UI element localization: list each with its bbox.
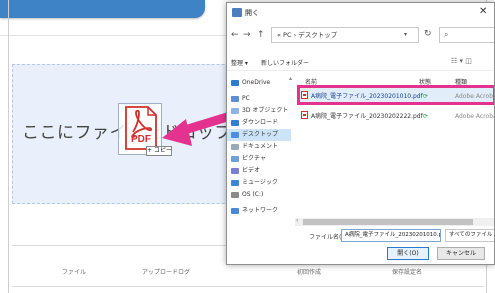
dialog-title: 開く	[245, 9, 259, 17]
nav-item-downloads[interactable]: ダウンロード	[227, 117, 291, 129]
video-icon	[231, 168, 239, 174]
file-row[interactable]: A病院_電子ファイル_20230202222.pdf ⟳ Adobe Acrob…	[295, 111, 494, 123]
chevron-up-icon[interactable]: ▴	[289, 75, 292, 82]
new-folder-button[interactable]: 新しいフォルダー	[261, 58, 309, 67]
table-divider	[12, 286, 484, 287]
nav-item-pc[interactable]: PC	[227, 93, 291, 105]
forward-arrow-icon[interactable]: →	[243, 30, 251, 40]
address-bar[interactable]: « PC › デスクトップ	[271, 27, 419, 43]
nav-item-onedrive[interactable]: OneDrive	[227, 77, 291, 89]
nav-item-label: OS (C:)	[242, 191, 264, 198]
page-header-tab	[0, 0, 205, 18]
pdf-label: PDF	[131, 134, 151, 145]
search-input[interactable]: ⌕	[439, 27, 494, 43]
document-icon	[231, 144, 239, 150]
filename-input[interactable]: A病院_電子ファイル_20230201010.pdf	[341, 229, 441, 242]
chevron-left-icon[interactable]: ‹	[296, 217, 298, 224]
file-row-selected[interactable]: A病院_電子ファイル_20230201010.pdf ⟳ Adobe Acrob…	[295, 91, 494, 103]
drive-icon	[231, 192, 239, 198]
file-name: A病院_電子ファイル_20230202222.pdf	[311, 113, 423, 120]
nav-item-label: ドキュメント	[242, 143, 279, 150]
nav-item-desktop[interactable]: デスクトップ	[227, 129, 291, 141]
file-list: 名前 状態 種類 A病院_電子ファイル_20230201010.pdf ⟳ Ad…	[295, 75, 494, 215]
dialog-app-icon	[232, 8, 242, 17]
cloud-icon	[231, 80, 239, 86]
navigation-pane: OneDrive PC 3D オブジェクト ダウンロード デスクトップ ドキュメ…	[227, 75, 291, 225]
picture-icon	[231, 156, 239, 162]
nav-item-label: OneDrive	[242, 79, 271, 86]
nav-item-label: PC	[242, 95, 250, 102]
cube-icon	[231, 108, 239, 114]
sync-status-icon: ⟳	[423, 113, 429, 120]
col-header-status[interactable]: 状態	[419, 77, 431, 86]
nav-item-label: ミュージック	[242, 179, 278, 186]
pc-icon	[231, 96, 239, 102]
file-type: Adobe Acrobat 文書	[455, 113, 494, 120]
back-arrow-icon[interactable]: ←	[231, 30, 239, 40]
nav-item-label: ダウンロード	[242, 119, 279, 126]
music-icon	[231, 180, 239, 186]
nav-item-label: デスクトップ	[242, 131, 279, 138]
pdf-icon	[301, 111, 308, 119]
chevron-down-icon[interactable]: ▾	[404, 27, 407, 43]
network-icon	[231, 208, 239, 214]
nav-item-label: ネットワーク	[242, 207, 279, 214]
nav-item-label: ビデオ	[242, 167, 261, 174]
download-icon	[231, 120, 239, 126]
sync-status-icon: ⟳	[423, 93, 429, 100]
close-icon[interactable]: ✕	[479, 6, 487, 17]
nav-item-3d-objects[interactable]: 3D オブジェクト	[227, 105, 291, 117]
file-type: Adobe Acrobat 文書	[455, 93, 494, 100]
file-name: A病院_電子ファイル_20230201010.pdf	[311, 93, 423, 100]
nav-item-music[interactable]: ミュージック	[227, 177, 291, 189]
dialog-titlebar: 開く ✕	[227, 3, 494, 23]
nav-item-label: 3D オブジェクト	[242, 107, 289, 114]
col-header-type[interactable]: 種類	[455, 77, 467, 86]
nav-item-videos[interactable]: ビデオ	[227, 165, 291, 177]
refresh-icon[interactable]: ↻	[424, 27, 432, 42]
col-header-file: ファイル	[62, 269, 87, 276]
cancel-button[interactable]: キャンセル	[437, 247, 485, 260]
col-header-name[interactable]: 名前	[305, 77, 317, 86]
desktop-icon	[231, 132, 239, 138]
col-header-upload-log: アップロードログ	[142, 269, 191, 276]
col-header-save-setting: 保存設定名	[392, 269, 423, 276]
nav-item-network[interactable]: ネットワーク	[227, 205, 291, 217]
pdf-icon	[301, 91, 308, 99]
scrollbar-thumb[interactable]	[303, 219, 473, 225]
horizontal-scrollbar[interactable]: ‹	[295, 217, 494, 226]
file-open-dialog: 開く ✕ ← → ↑ « PC › デスクトップ ▾ ↻ ⌕ 整理 ▾ 新しいフ…	[226, 2, 495, 265]
nav-item-c-drive[interactable]: OS (C:)	[227, 189, 291, 201]
page-border-left	[8, 0, 9, 293]
view-options-icon[interactable]: ☷ ▾ ◫	[451, 57, 472, 65]
copy-cursor-badge: + コピー	[146, 146, 172, 156]
nav-item-pictures[interactable]: ピクチャ	[227, 153, 291, 165]
organize-button[interactable]: 整理 ▾	[231, 58, 248, 67]
dialog-toolbar: 整理 ▾ 新しいフォルダー ☷ ▾ ◫	[227, 51, 494, 71]
filetype-select[interactable]: すべてのファイル (*.*)	[445, 229, 494, 242]
nav-item-label: ピクチャ	[242, 155, 266, 162]
search-icon: ⌕	[444, 30, 449, 39]
up-arrow-icon[interactable]: ↑	[257, 30, 265, 40]
nav-item-documents[interactable]: ドキュメント	[227, 141, 291, 153]
open-button[interactable]: 開く(O)	[387, 247, 429, 260]
col-header-created: 初回作成	[297, 269, 322, 276]
